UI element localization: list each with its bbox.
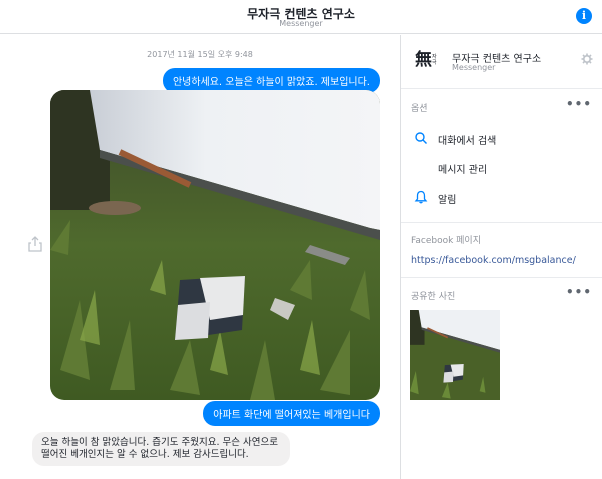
conversation-subtitle: Messenger bbox=[279, 19, 323, 28]
info-icon[interactable]: i bbox=[576, 8, 592, 24]
gear-icon[interactable] bbox=[581, 53, 593, 65]
options-more-button[interactable]: ••• bbox=[566, 97, 592, 111]
outgoing-message[interactable]: 아파트 화단에 떨어져있는 베개입니다 bbox=[203, 401, 380, 426]
shared-photos-more-button[interactable]: ••• bbox=[566, 285, 592, 299]
svg-text:극: 극 bbox=[432, 60, 437, 66]
search-icon bbox=[415, 132, 427, 144]
photo-image bbox=[50, 90, 380, 400]
page-logo[interactable]: 無 자 극 bbox=[415, 49, 441, 69]
section-divider bbox=[401, 277, 602, 278]
svg-text:無: 無 bbox=[415, 49, 432, 69]
facebook-page-section-title: Facebook 페이지 bbox=[411, 236, 481, 246]
page-subtitle: Messenger bbox=[452, 63, 496, 72]
notifications-option[interactable]: 알림 bbox=[401, 184, 602, 210]
search-in-conversation-option[interactable]: 대화에서 검색 bbox=[401, 125, 602, 151]
shared-photo-thumbnail[interactable] bbox=[410, 310, 500, 400]
option-label: 메시지 관리 bbox=[438, 165, 488, 176]
message-timestamp: 2017년 11월 15일 오후 9:48 bbox=[147, 50, 253, 59]
option-label: 알림 bbox=[438, 195, 457, 206]
page-profile: 無 자 극 무자극 컨텐츠 연구소 Messenger bbox=[401, 35, 602, 89]
option-label: 대화에서 검색 bbox=[438, 136, 497, 147]
message-thread[interactable]: 2017년 11월 15일 오후 9:48 안녕하세요. 오늘은 하늘이 맑았죠… bbox=[0, 35, 400, 479]
shared-photos-section-title: 공유한 사진 bbox=[411, 292, 456, 302]
share-icon[interactable] bbox=[28, 236, 42, 252]
incoming-message[interactable]: 오늘 하늘이 참 맑았습니다. 즙기도 주웠지요. 무슨 사연으로 떨어진 베개… bbox=[32, 432, 290, 466]
section-divider bbox=[401, 222, 602, 223]
svg-text:자: 자 bbox=[432, 53, 437, 60]
shared-photo-image bbox=[410, 310, 500, 400]
facebook-page-link[interactable]: https://facebook.com/msgbalance/ bbox=[411, 255, 576, 266]
photo-attachment[interactable] bbox=[50, 90, 380, 400]
details-panel: 無 자 극 무자극 컨텐츠 연구소 Messenger 옵션 ••• 대화에서 … bbox=[401, 35, 602, 479]
bell-icon bbox=[414, 190, 428, 204]
options-section-title: 옵션 bbox=[411, 104, 428, 114]
conversation-header: 무자극 컨텐츠 연구소 Messenger i bbox=[0, 0, 602, 34]
manage-messages-option[interactable]: 메시지 관리 bbox=[401, 154, 602, 180]
pillow bbox=[175, 276, 245, 340]
